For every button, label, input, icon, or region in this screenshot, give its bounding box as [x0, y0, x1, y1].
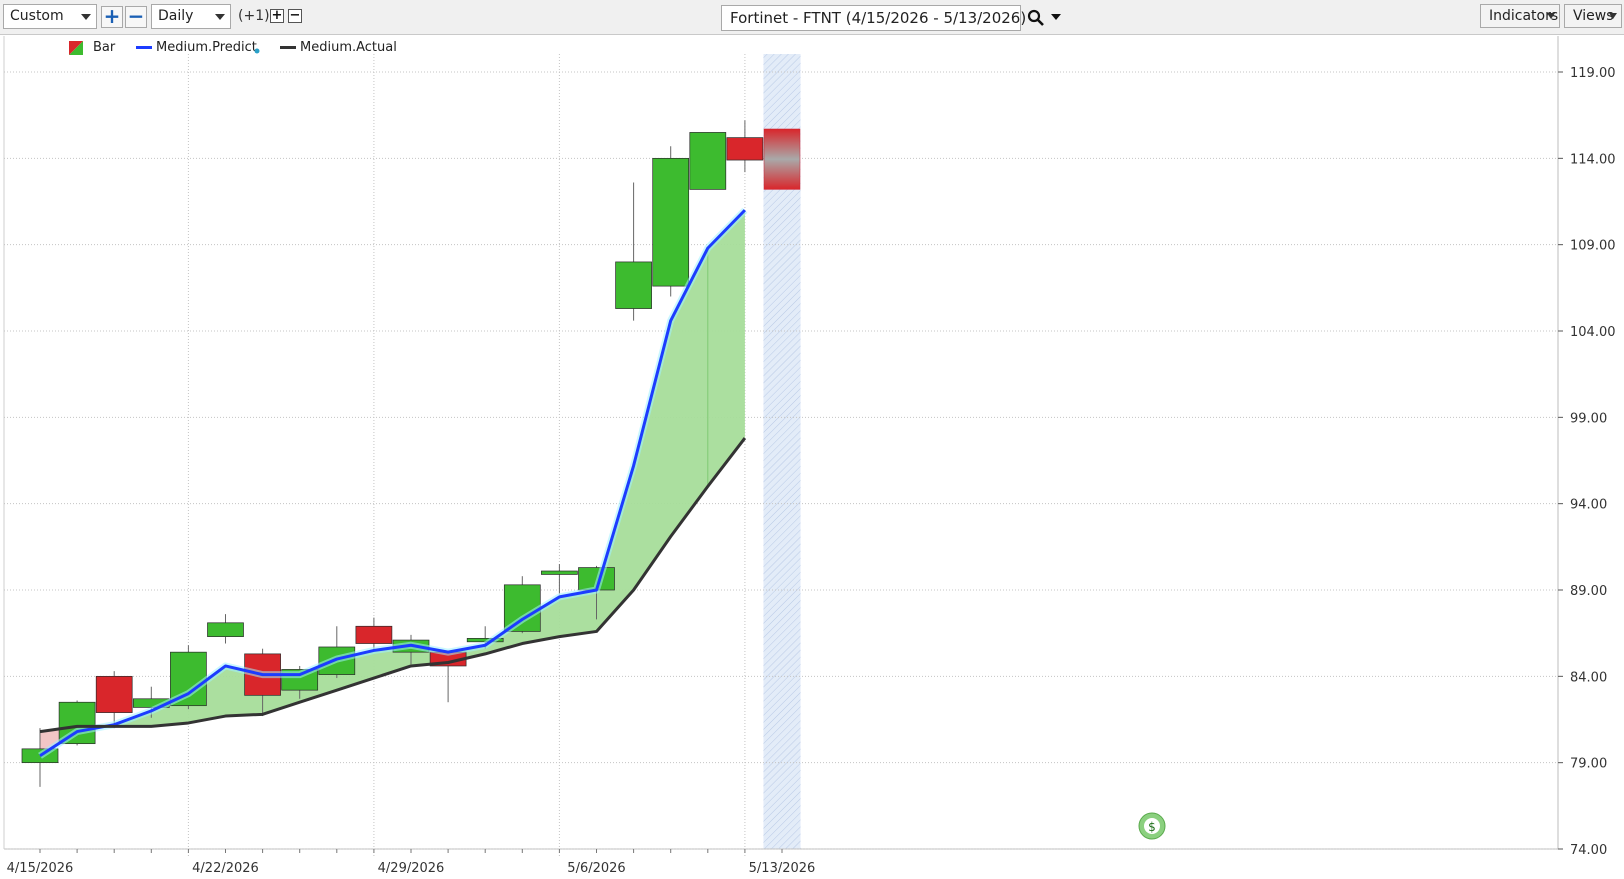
search-dropdown-icon[interactable] — [1050, 13, 1062, 23]
plus-icon: + — [103, 4, 121, 28]
x-tick-label: 5/13/2026 — [749, 861, 816, 876]
x-tick-label: 5/6/2026 — [567, 861, 625, 876]
candle-body[interactable] — [726, 137, 764, 161]
x-tick-label: 4/29/2026 — [378, 861, 445, 876]
candle-body[interactable] — [95, 675, 133, 713]
y-tick-label: 104.00 — [1570, 325, 1616, 340]
minus-icon: − — [289, 8, 301, 23]
y-tick-label: 79.00 — [1570, 757, 1607, 772]
y-tick-label: 114.00 — [1570, 152, 1616, 167]
y-tick-label: 109.00 — [1570, 239, 1616, 254]
chevron-down-icon — [1609, 13, 1617, 19]
candle-body[interactable] — [541, 570, 578, 575]
interval-select[interactable]: Daily — [151, 4, 231, 29]
search-icon[interactable] — [1026, 8, 1046, 28]
views-button[interactable]: Views — [1564, 4, 1622, 28]
offset-decrease-button[interactable]: − — [288, 9, 302, 23]
y-tick-label: 94.00 — [1570, 498, 1607, 513]
candle-body[interactable] — [689, 132, 727, 190]
offset-label: (+1) — [238, 8, 270, 24]
symbol-title-box[interactable]: Fortinet - FTNT (4/15/2026 - 5/13/2026) — [721, 5, 1026, 31]
toolbar: Custom + − Daily (+1) + − Fortinet - FTN… — [0, 0, 1624, 35]
plus-icon: + — [271, 8, 283, 23]
price-chart[interactable]: 119.00 114.00 109.00 104.00 99.00 94.00 89.00 8… — [0, 36, 1624, 879]
period-select[interactable]: Custom — [3, 4, 97, 29]
views-label: Views — [1573, 8, 1614, 24]
minus-icon: − — [127, 4, 145, 28]
zoom-in-button[interactable]: + — [101, 6, 123, 28]
x-tick-label: 4/22/2026 — [192, 861, 259, 876]
indicators-button[interactable]: Indicators — [1480, 4, 1560, 28]
offset-increase-button[interactable]: + — [270, 9, 284, 23]
forecast-candle[interactable] — [763, 128, 801, 190]
y-tick-label: 99.00 — [1570, 411, 1607, 426]
candle-body[interactable] — [652, 157, 690, 287]
zoom-out-button[interactable]: − — [125, 6, 147, 28]
svg-text:$: $ — [1148, 820, 1156, 834]
y-tick-label: 119.00 — [1570, 66, 1616, 81]
interval-select-value: Daily — [158, 8, 194, 24]
dividend-marker-icon[interactable]: $ — [1138, 812, 1166, 840]
chevron-down-icon — [215, 14, 225, 20]
y-tick-label: 74.00 — [1570, 843, 1607, 858]
y-tick-label: 84.00 — [1570, 670, 1607, 685]
candle-body[interactable] — [207, 622, 244, 637]
chevron-down-icon — [1547, 13, 1555, 19]
candle-body[interactable] — [355, 625, 393, 644]
y-tick-label: 89.00 — [1570, 584, 1607, 599]
candle-body[interactable] — [615, 261, 652, 309]
period-select-value: Custom — [10, 8, 64, 24]
chevron-down-icon — [81, 14, 91, 20]
chart-title: Fortinet - FTNT (4/15/2026 - 5/13/2026) — [730, 9, 1027, 27]
x-tick-label: 4/15/2026 — [7, 861, 74, 876]
